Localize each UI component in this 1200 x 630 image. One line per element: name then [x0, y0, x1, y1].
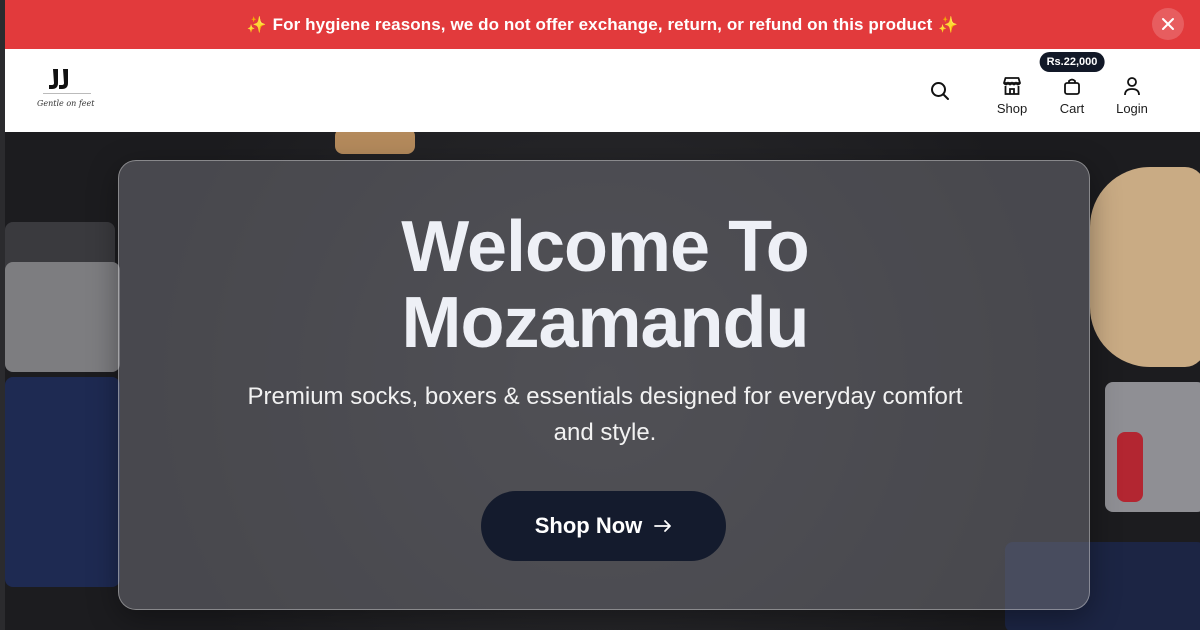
cart-icon — [1064, 78, 1080, 95]
nav-login[interactable]: Login — [1102, 66, 1162, 116]
user-icon — [1124, 76, 1140, 95]
logo-tagline: Gentle on feet — [37, 99, 95, 108]
hero-subtitle: Premium socks, boxers & essentials desig… — [247, 383, 963, 446]
socks-logo-icon — [43, 69, 91, 94]
header-nav: Shop Rs.22,000 Cart Login — [920, 49, 1162, 132]
hero-bg-boxers-navy — [5, 377, 120, 587]
hero-bg-sock-stripe — [1117, 432, 1143, 502]
hero-bg-cap — [1090, 167, 1200, 367]
nav-cart[interactable]: Rs.22,000 Cart — [1039, 51, 1105, 116]
search-icon — [931, 81, 949, 100]
search-button[interactable] — [920, 71, 960, 111]
cart-total-badge: Rs.22,000 — [1039, 51, 1105, 72]
site-header: Gentle on feet Shop Rs.22,000 Cart Login — [5, 49, 1200, 132]
shop-now-button[interactable]: Shop Now — [481, 491, 726, 561]
hero-title-line1: Welcome To — [401, 207, 809, 287]
hero-section: Welcome To Mozamandu Premium socks, boxe… — [5, 132, 1200, 630]
sparkle-icon: ✨ — [938, 16, 959, 34]
nav-shop[interactable]: Shop — [982, 66, 1042, 116]
hero-bg-box — [335, 132, 415, 154]
hero-title-line2: Mozamandu — [401, 283, 809, 363]
announcement-bar: ✨ For hygiene reasons, we do not offer e… — [5, 0, 1200, 49]
nav-login-label: Login — [1116, 100, 1148, 116]
nav-shop-label: Shop — [996, 100, 1028, 116]
store-icon — [1003, 76, 1021, 95]
announcement-text: For hygiene reasons, we do not offer exc… — [272, 14, 933, 34]
hero-bg-boxers-gray — [5, 262, 120, 372]
nav-cart-label: Cart — [1059, 100, 1085, 116]
brand-logo[interactable]: Gentle on feet — [37, 65, 97, 115]
shop-now-label: Shop Now — [534, 513, 643, 538]
sparkle-icon: ✨ — [246, 16, 267, 34]
hero-title: Welcome To Mozamandu — [119, 209, 1091, 361]
arrow-right-icon — [654, 519, 672, 533]
close-icon — [1162, 18, 1174, 30]
close-announcement-button[interactable] — [1152, 8, 1184, 40]
hero-card: Welcome To Mozamandu Premium socks, boxe… — [118, 160, 1090, 610]
